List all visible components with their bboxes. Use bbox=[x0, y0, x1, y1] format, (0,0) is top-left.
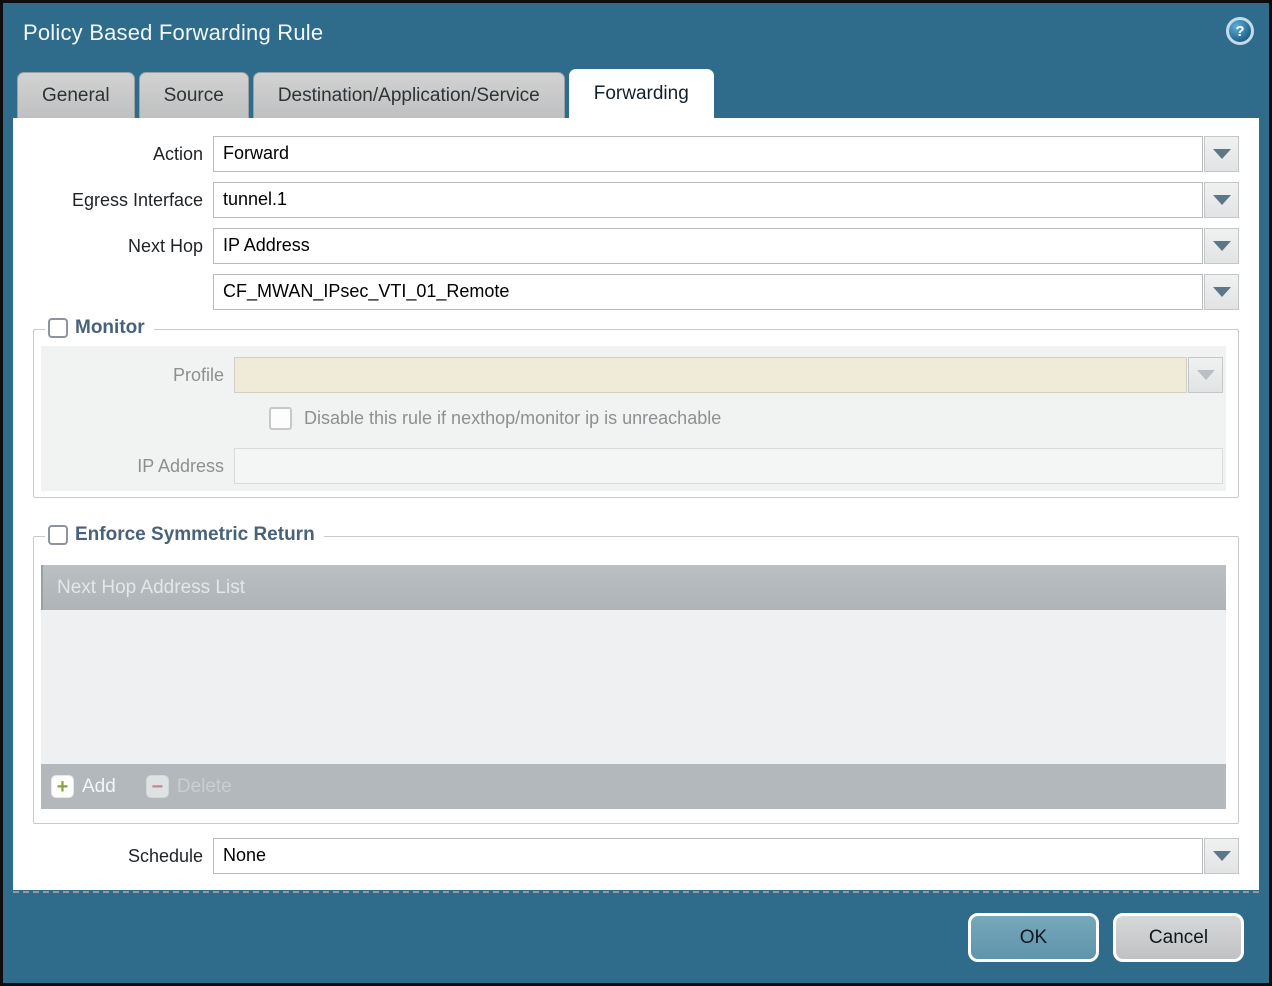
add-button[interactable]: + Add bbox=[51, 775, 138, 798]
schedule-label: Schedule bbox=[13, 846, 213, 867]
add-button-label: Add bbox=[82, 776, 116, 798]
next-hop-combo: IP Address bbox=[213, 228, 1239, 264]
dialog-footer: OK Cancel bbox=[3, 890, 1269, 983]
monitor-legend: Monitor bbox=[45, 317, 154, 339]
help-icon[interactable]: ? bbox=[1226, 17, 1254, 45]
chevron-down-icon bbox=[1213, 851, 1231, 861]
next-hop-target-row: CF_MWAN_IPsec_VTI_01_Remote bbox=[13, 274, 1239, 310]
schedule-dropdown-button[interactable] bbox=[1204, 838, 1239, 874]
enforce-symmetric-return-legend: Enforce Symmetric Return bbox=[45, 524, 324, 546]
dialog-title: Policy Based Forwarding Rule bbox=[23, 20, 323, 46]
minus-icon: − bbox=[146, 775, 169, 798]
monitor-ip-row: IP Address bbox=[41, 448, 1223, 484]
monitor-ip-label: IP Address bbox=[41, 456, 234, 477]
profile-value bbox=[234, 357, 1187, 393]
disable-rule-label: Disable this rule if nexthop/monitor ip … bbox=[304, 408, 721, 429]
next-hop-target-value[interactable]: CF_MWAN_IPsec_VTI_01_Remote bbox=[213, 274, 1203, 310]
egress-interface-dropdown-button[interactable] bbox=[1204, 182, 1239, 218]
forwarding-tab-panel: Action Forward Egress Interface tunnel.1… bbox=[13, 118, 1259, 890]
action-value[interactable]: Forward bbox=[213, 136, 1203, 172]
next-hop-label: Next Hop bbox=[13, 236, 213, 257]
disable-rule-row: Disable this rule if nexthop/monitor ip … bbox=[269, 407, 1226, 430]
disable-rule-checkbox bbox=[269, 407, 292, 430]
chevron-down-icon bbox=[1197, 370, 1215, 380]
monitor-group-title: Monitor bbox=[75, 317, 145, 339]
egress-interface-value[interactable]: tunnel.1 bbox=[213, 182, 1203, 218]
egress-interface-row: Egress Interface tunnel.1 bbox=[13, 182, 1239, 218]
profile-dropdown-button bbox=[1188, 357, 1223, 393]
monitor-group: Monitor Profile Disable this rule if nex… bbox=[33, 329, 1239, 498]
monitor-checkbox[interactable] bbox=[48, 318, 68, 338]
enforce-symmetric-return-title: Enforce Symmetric Return bbox=[75, 524, 315, 546]
next-hop-address-table-header: Next Hop Address List bbox=[41, 565, 1226, 610]
action-dropdown-button[interactable] bbox=[1204, 136, 1239, 172]
next-hop-type-value[interactable]: IP Address bbox=[213, 228, 1203, 264]
monitor-ip-value bbox=[234, 448, 1223, 484]
schedule-combo: None bbox=[213, 838, 1239, 874]
plus-icon: + bbox=[51, 775, 74, 798]
dialog-titlebar: Policy Based Forwarding Rule ? bbox=[3, 3, 1269, 69]
action-row: Action Forward bbox=[13, 136, 1239, 172]
chevron-down-icon bbox=[1213, 287, 1231, 297]
tab-forwarding[interactable]: Forwarding bbox=[569, 69, 714, 118]
next-hop-address-table-toolbar: + Add − Delete bbox=[41, 764, 1226, 809]
cancel-button[interactable]: Cancel bbox=[1113, 913, 1244, 962]
chevron-down-icon bbox=[1213, 149, 1231, 159]
enforce-symmetric-return-group: Enforce Symmetric Return Next Hop Addres… bbox=[33, 536, 1239, 824]
next-hop-row: Next Hop IP Address bbox=[13, 228, 1239, 264]
tab-source[interactable]: Source bbox=[139, 72, 249, 118]
next-hop-target-dropdown-button[interactable] bbox=[1204, 274, 1239, 310]
chevron-down-icon bbox=[1213, 195, 1231, 205]
schedule-row: Schedule None bbox=[13, 838, 1239, 874]
enforce-symmetric-return-checkbox[interactable] bbox=[48, 525, 68, 545]
tab-destination-application-service[interactable]: Destination/Application/Service bbox=[253, 72, 565, 118]
profile-combo bbox=[234, 357, 1223, 393]
tab-bar: General Source Destination/Application/S… bbox=[3, 69, 1269, 118]
next-hop-target-combo: CF_MWAN_IPsec_VTI_01_Remote bbox=[213, 274, 1239, 310]
profile-label: Profile bbox=[41, 365, 234, 386]
footer-separator bbox=[13, 891, 1259, 893]
delete-button-label: Delete bbox=[177, 776, 232, 798]
chevron-down-icon bbox=[1213, 241, 1231, 251]
tab-general[interactable]: General bbox=[17, 72, 135, 118]
monitor-group-body: Profile Disable this rule if nexthop/mon… bbox=[41, 346, 1226, 491]
action-combo: Forward bbox=[213, 136, 1239, 172]
next-hop-address-table: Next Hop Address List + Add − Delete bbox=[41, 565, 1226, 809]
schedule-value[interactable]: None bbox=[213, 838, 1203, 874]
egress-interface-combo: tunnel.1 bbox=[213, 182, 1239, 218]
action-label: Action bbox=[13, 144, 213, 165]
next-hop-dropdown-button[interactable] bbox=[1204, 228, 1239, 264]
delete-button: − Delete bbox=[146, 775, 232, 798]
profile-row: Profile bbox=[41, 357, 1223, 393]
ok-button[interactable]: OK bbox=[968, 913, 1099, 962]
next-hop-address-table-body bbox=[41, 610, 1226, 764]
egress-interface-label: Egress Interface bbox=[13, 190, 213, 211]
